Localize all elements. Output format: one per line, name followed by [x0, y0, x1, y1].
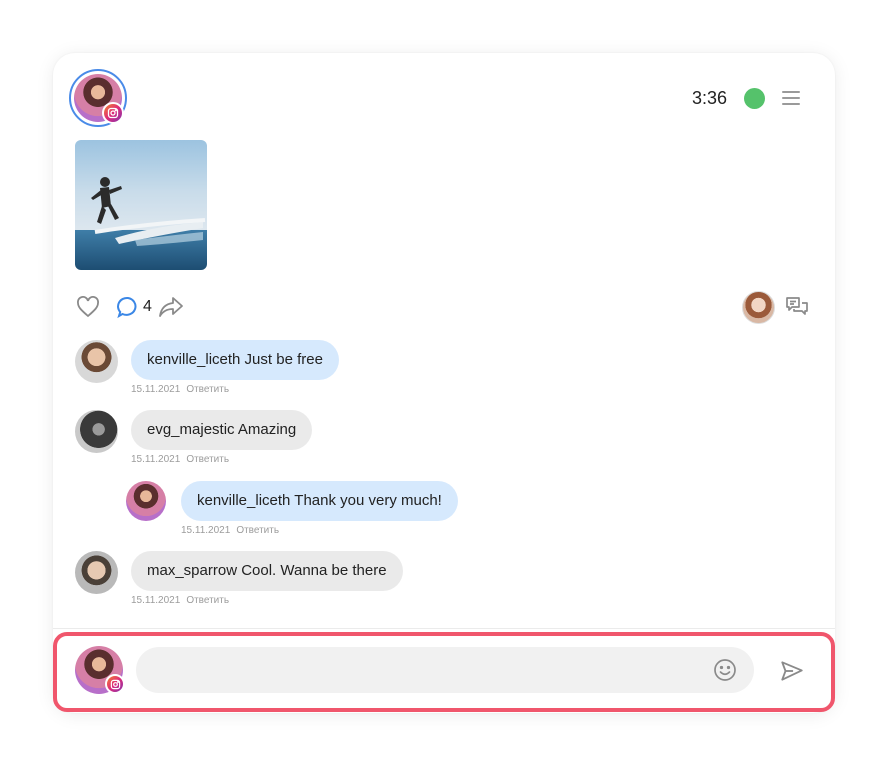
online-status-dot — [744, 88, 765, 109]
comment-date: 15.11.2021 — [131, 595, 181, 606]
comment-date: 15.11.2021 — [131, 454, 181, 465]
chats-icon[interactable] — [785, 295, 809, 319]
share-icon[interactable] — [158, 295, 184, 319]
comment-count: 4 — [143, 298, 152, 315]
reply-link[interactable]: Ответить — [186, 384, 229, 395]
surfer-photo — [75, 140, 207, 270]
comment-composer — [53, 632, 835, 712]
reply-link[interactable]: Ответить — [236, 525, 279, 536]
avatar[interactable] — [75, 410, 118, 453]
post-image[interactable] — [75, 140, 207, 270]
heart-icon[interactable] — [75, 295, 101, 319]
comment-bubble: kenville_liceth Just be free — [131, 340, 339, 380]
avatar[interactable] — [75, 551, 118, 594]
avatar[interactable] — [75, 340, 118, 383]
comment-item: max_sparrow Cool. Wanna be there 15.11.2… — [75, 551, 403, 606]
comment-reply-item: kenville_liceth Thank you very much! 15.… — [126, 481, 458, 536]
comment-bubble: max_sparrow Cool. Wanna be there — [131, 551, 403, 591]
viewer-avatar[interactable] — [742, 291, 775, 324]
reply-link[interactable]: Ответить — [186, 454, 229, 465]
emoji-icon[interactable] — [713, 658, 737, 682]
post-actions: 4 — [75, 295, 184, 319]
comment-bubble: kenville_liceth Thank you very much! — [181, 481, 458, 521]
reply-link[interactable]: Ответить — [186, 595, 229, 606]
comment-icon[interactable] — [115, 295, 141, 319]
instagram-icon — [102, 102, 124, 124]
comment-date: 15.11.2021 — [181, 525, 231, 536]
instagram-icon — [105, 674, 125, 694]
time-label: 3:36 — [691, 88, 727, 108]
comment-date: 15.11.2021 — [131, 384, 181, 395]
divider — [53, 628, 835, 629]
post-card: 3:36 4 kenville_liceth Just be free 15.1… — [53, 53, 835, 713]
avatar[interactable] — [126, 481, 166, 521]
hamburger-icon[interactable] — [782, 91, 800, 105]
comment-item: kenville_liceth Just be free 15.11.2021 … — [75, 340, 339, 395]
send-icon[interactable] — [779, 658, 805, 684]
comment-bubble: evg_majestic Amazing — [131, 410, 313, 450]
comment-input[interactable] — [136, 647, 754, 693]
comment-item: evg_majestic Amazing 15.11.2021 Ответить — [75, 410, 313, 465]
